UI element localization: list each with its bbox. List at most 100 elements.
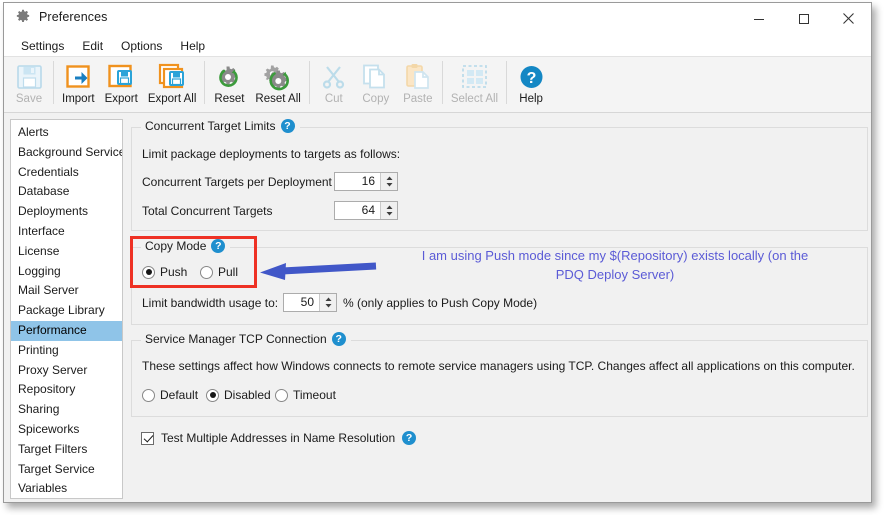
toolbar-reset-all-button[interactable]: Reset All	[250, 57, 305, 110]
sidebar-item-printing[interactable]: Printing	[11, 341, 122, 361]
sidebar-item-logging[interactable]: Logging	[11, 262, 122, 282]
radio-indicator[interactable]	[206, 388, 219, 402]
sidebar-item-variables[interactable]: Variables	[11, 479, 122, 498]
sidebar-item-deployments[interactable]: Deployments	[11, 202, 122, 222]
sidebar-item-performance[interactable]: Performance	[11, 320, 122, 341]
radio-label: Timeout	[293, 388, 336, 402]
concurrent-targets-per-deployment-stepper[interactable]: 16	[334, 172, 398, 191]
toolbar-copy-label: Copy	[362, 93, 390, 105]
toolbar-reset-button[interactable]: Reset	[208, 57, 250, 110]
total-concurrent-targets-label: Total Concurrent Targets	[142, 204, 273, 218]
window-title: Preferences	[39, 10, 108, 24]
sidebar-item-alerts[interactable]: Alerts	[11, 123, 122, 143]
radio-indicator[interactable]	[142, 265, 155, 279]
performance-settings-panel: Concurrent Target Limits ? Limit package…	[123, 113, 871, 502]
sidebar-item-spiceworks[interactable]: Spiceworks	[11, 420, 122, 440]
toolbar-export-label: Export	[104, 93, 138, 105]
help-icon[interactable]: ?	[331, 332, 346, 346]
reset-all-gear-icon	[264, 61, 293, 91]
concurrent-target-limits-title: Concurrent Target Limits ?	[141, 119, 300, 133]
help-icon[interactable]: ?	[402, 431, 417, 445]
service-manager-tcp-title: Service Manager TCP Connection ?	[141, 332, 351, 346]
bandwidth-limit-stepper[interactable]: 50	[283, 293, 337, 312]
export-icon	[107, 61, 136, 91]
export-all-icon	[158, 61, 187, 91]
tcp-disabled-radio[interactable]: Disabled	[206, 388, 271, 402]
group-title-text: Service Manager TCP Connection	[145, 332, 327, 346]
annotation-line-2: PDQ Deploy Server)	[555, 267, 675, 282]
sidebar-item-repository[interactable]: Repository	[11, 380, 122, 400]
toolbar-export-all-label: Export All	[147, 93, 197, 105]
stepper-arrows[interactable]	[319, 294, 336, 311]
toolbar-export-button[interactable]: Export	[100, 57, 143, 110]
radio-label: Disabled	[224, 388, 271, 402]
menu-help[interactable]: Help	[171, 37, 214, 55]
toolbar-save-label: Save	[15, 93, 43, 105]
toolbar-help-label: Help	[519, 93, 543, 105]
window-body: Alerts Background Service Credentials Da…	[4, 113, 871, 502]
sidebar-item-sharing[interactable]: Sharing	[11, 400, 122, 420]
toolbar-paste-label: Paste	[403, 93, 433, 105]
toolbar-reset-label: Reset	[214, 93, 245, 105]
total-concurrent-targets-stepper[interactable]: 64	[334, 201, 398, 220]
sidebar-item-license[interactable]: License	[11, 242, 122, 262]
radio-indicator[interactable]	[275, 388, 288, 402]
svg-text:?: ?	[526, 70, 536, 87]
help-circle-icon: ?	[517, 61, 546, 91]
sidebar-item-credentials[interactable]: Credentials	[11, 163, 122, 183]
close-button[interactable]	[826, 3, 871, 34]
toolbar-separator	[506, 61, 508, 104]
menu-bar: Settings Edit Options Help	[4, 35, 871, 57]
toolbar-import-button[interactable]: Import	[57, 57, 100, 110]
service-manager-description: These settings affect how Windows connec…	[142, 359, 855, 373]
copy-mode-pull-radio[interactable]: Pull	[200, 265, 238, 279]
sidebar-item-background-service[interactable]: Background Service	[11, 143, 122, 163]
maximize-button[interactable]	[781, 3, 826, 34]
group-title-text: Copy Mode	[145, 239, 207, 253]
radio-label: Push	[160, 265, 188, 279]
test-multiple-addresses-label: Test Multiple Addresses in Name Resoluti…	[161, 431, 396, 445]
sidebar-item-target-service[interactable]: Target Service	[11, 460, 122, 480]
tcp-timeout-radio[interactable]: Timeout	[275, 388, 336, 402]
sidebar-item-database[interactable]: Database	[11, 182, 122, 202]
sidebar-item-target-filters[interactable]: Target Filters	[11, 440, 122, 460]
radio-indicator[interactable]	[200, 265, 213, 279]
sidebar-item-interface[interactable]: Interface	[11, 222, 122, 242]
concurrent-target-limits-group: Concurrent Target Limits ? Limit package…	[131, 119, 868, 231]
title-bar-left: Preferences	[15, 9, 108, 25]
toolbar-reset-all-label: Reset All	[255, 93, 301, 105]
radio-label: Pull	[218, 265, 239, 279]
copy-mode-push-radio[interactable]: Push	[142, 265, 187, 279]
save-floppy-icon	[15, 61, 44, 91]
caption-buttons	[736, 3, 871, 34]
service-manager-tcp-group: Service Manager TCP Connection ? These s…	[131, 332, 868, 417]
toolbar-export-all-button[interactable]: Export All	[143, 57, 202, 110]
annotation-text: I am using Push mode since my $(Reposito…	[380, 246, 850, 284]
minimize-button[interactable]	[736, 3, 781, 34]
menu-edit[interactable]: Edit	[73, 37, 112, 55]
test-multiple-addresses-checkbox[interactable]	[141, 431, 154, 445]
sidebar-item-mail-server[interactable]: Mail Server	[11, 281, 122, 301]
help-icon[interactable]: ?	[280, 119, 295, 133]
toolbar: Save Import Export Export All Reset Rese…	[4, 57, 871, 113]
radio-indicator[interactable]	[142, 388, 155, 402]
toolbar-help-button[interactable]: ? Help	[510, 57, 552, 110]
stepper-arrows[interactable]	[380, 173, 397, 190]
help-icon[interactable]: ?	[211, 239, 226, 253]
toolbar-select-all-button: Select All	[446, 57, 503, 110]
sidebar-item-proxy-server[interactable]: Proxy Server	[11, 361, 122, 381]
toolbar-paste-button: Paste	[397, 57, 439, 110]
tcp-default-radio[interactable]: Default	[142, 388, 198, 402]
toolbar-separator	[441, 61, 443, 104]
menu-settings[interactable]: Settings	[12, 37, 73, 55]
stepper-arrows[interactable]	[380, 202, 397, 219]
copy-pages-icon	[361, 61, 390, 91]
test-multiple-addresses-row[interactable]: Test Multiple Addresses in Name Resoluti…	[141, 431, 417, 445]
bandwidth-limit-suffix: % (only applies to Push Copy Mode)	[343, 296, 538, 310]
settings-category-list[interactable]: Alerts Background Service Credentials Da…	[10, 119, 123, 499]
stepper-value: 64	[361, 203, 375, 217]
menu-options[interactable]: Options	[112, 37, 171, 55]
toolbar-import-label: Import	[62, 93, 95, 105]
annotation-arrow-icon	[260, 262, 377, 280]
sidebar-item-package-library[interactable]: Package Library	[11, 301, 122, 321]
